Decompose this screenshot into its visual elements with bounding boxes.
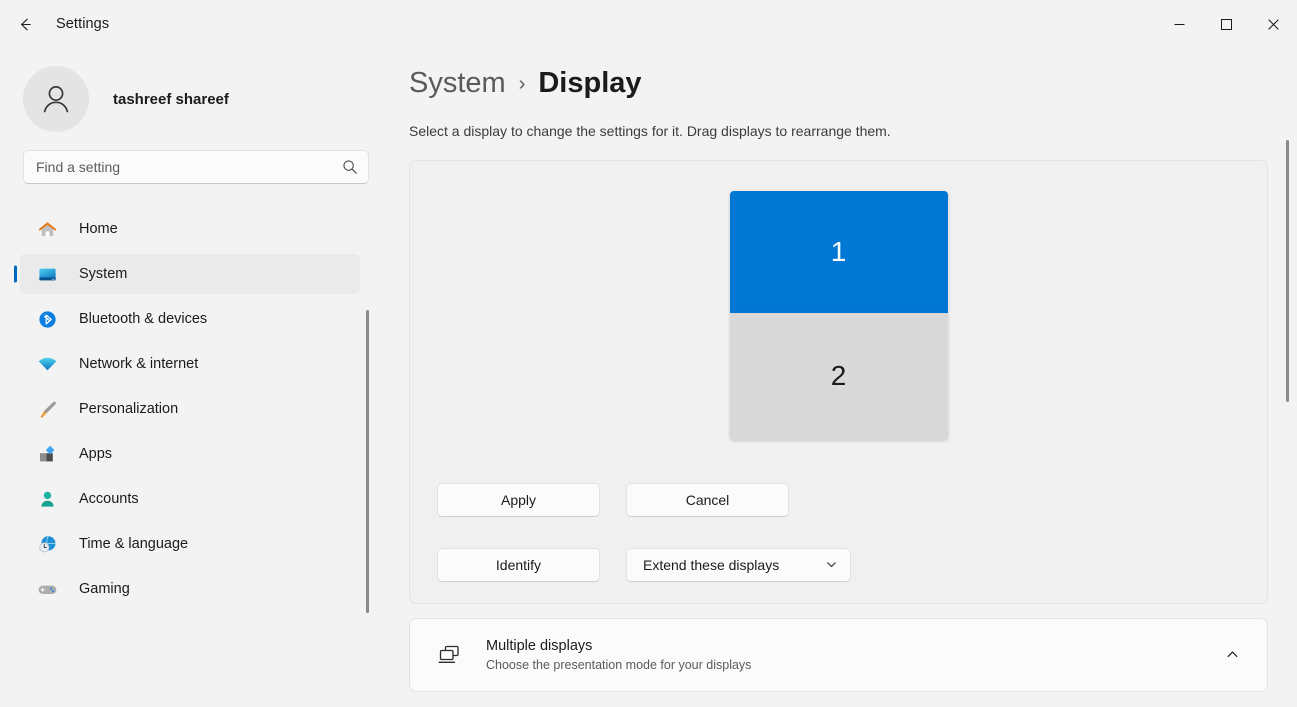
maximize-button[interactable] bbox=[1203, 0, 1250, 48]
multiple-displays-row[interactable]: Multiple displays Choose the presentatio… bbox=[409, 617, 1268, 692]
display-arrangement-card: 1 2 Apply Cancel Identify Extend these d… bbox=[409, 159, 1268, 604]
sidebar-item-time-language[interactable]: Time & language bbox=[20, 524, 360, 564]
apply-button[interactable]: Apply bbox=[437, 482, 600, 517]
title-bar: Settings bbox=[0, 0, 1297, 48]
page-description: Select a display to change the settings … bbox=[409, 122, 891, 139]
account-block[interactable]: tashreef shareef bbox=[0, 48, 378, 134]
sidebar: tashreef shareef Home bbox=[0, 48, 378, 707]
arrow-left-icon bbox=[20, 18, 31, 30]
search-icon[interactable] bbox=[342, 159, 358, 175]
account-icon bbox=[36, 488, 58, 510]
sidebar-item-home[interactable]: Home bbox=[20, 209, 360, 249]
close-button[interactable] bbox=[1250, 0, 1297, 48]
monitor-2[interactable]: 2 bbox=[729, 312, 948, 440]
sidebar-item-gaming[interactable]: Gaming bbox=[20, 569, 360, 609]
action-buttons-row-2: Identify Extend these displays bbox=[437, 547, 851, 582]
sidebar-item-personalization[interactable]: Personalization bbox=[20, 389, 360, 429]
back-button[interactable] bbox=[8, 7, 42, 41]
display-mode-dropdown[interactable]: Extend these displays bbox=[626, 547, 851, 582]
display-mode-value: Extend these displays bbox=[643, 556, 780, 573]
monitor-1[interactable]: 1 bbox=[729, 190, 948, 313]
monitor-number: 2 bbox=[830, 360, 847, 392]
paintbrush-icon bbox=[36, 398, 58, 420]
monitor-number: 1 bbox=[830, 235, 847, 267]
sidebar-item-label: Home bbox=[79, 221, 118, 237]
sidebar-item-network-internet[interactable]: Network & internet bbox=[20, 344, 360, 384]
app-title: Settings bbox=[56, 16, 110, 32]
chevron-up-icon bbox=[1227, 651, 1237, 658]
identify-button[interactable]: Identify bbox=[437, 547, 600, 582]
sidebar-item-label: Personalization bbox=[79, 401, 179, 417]
selection-indicator bbox=[14, 265, 17, 283]
sidebar-item-bluetooth-devices[interactable]: Bluetooth & devices bbox=[20, 299, 360, 339]
search-input[interactable] bbox=[36, 159, 342, 175]
sidebar-item-label: Network & internet bbox=[79, 356, 199, 372]
sidebar-item-label: Time & language bbox=[79, 536, 189, 552]
sidebar-item-label: Apps bbox=[79, 446, 113, 462]
multiple-displays-title: Multiple displays bbox=[486, 638, 593, 655]
sidebar-item-accounts[interactable]: Accounts bbox=[20, 479, 360, 519]
sidebar-item-label: Bluetooth & devices bbox=[79, 311, 208, 327]
cancel-button[interactable]: Cancel bbox=[626, 482, 789, 517]
collapse-chevron-button[interactable] bbox=[1215, 638, 1249, 672]
page-title: Display bbox=[538, 67, 642, 99]
breadcrumb: System › Display bbox=[409, 66, 1297, 101]
breadcrumb-separator: › bbox=[518, 73, 526, 96]
gamepad-icon bbox=[36, 578, 58, 600]
main-content: System › Display Select a display to cha… bbox=[378, 48, 1297, 707]
clock-globe-icon bbox=[36, 533, 58, 555]
minimize-button[interactable] bbox=[1156, 0, 1203, 48]
close-icon bbox=[1268, 18, 1279, 30]
multiple-monitors-icon bbox=[434, 641, 464, 668]
chevron-down-icon bbox=[827, 562, 836, 568]
maximize-icon bbox=[1221, 18, 1232, 30]
multiple-displays-text: Multiple displays Choose the presentatio… bbox=[486, 637, 1215, 672]
monitor-icon bbox=[36, 263, 58, 285]
minimize-icon bbox=[1174, 23, 1185, 25]
person-icon bbox=[43, 86, 69, 113]
main-scrollbar[interactable] bbox=[1286, 140, 1289, 402]
breadcrumb-parent[interactable]: System bbox=[409, 66, 506, 101]
search-box[interactable] bbox=[23, 150, 369, 184]
wifi-icon bbox=[36, 353, 58, 375]
monitor-arrangement: 1 2 bbox=[410, 190, 1267, 449]
action-buttons-row-1: Apply Cancel bbox=[437, 482, 789, 517]
multiple-displays-subtitle: Choose the presentation mode for your di… bbox=[486, 658, 752, 673]
account-name: tashreef shareef bbox=[113, 90, 229, 108]
settings-window: Settings tashreef shareef Find a setting… bbox=[0, 0, 1297, 707]
window-controls bbox=[1156, 0, 1297, 48]
bluetooth-icon bbox=[36, 308, 58, 330]
sidebar-item-system[interactable]: System bbox=[14, 254, 360, 294]
apps-icon bbox=[36, 443, 58, 465]
avatar bbox=[23, 66, 89, 132]
home-icon bbox=[36, 218, 58, 240]
sidebar-item-label: Accounts bbox=[79, 491, 139, 507]
sidebar-item-apps[interactable]: Apps bbox=[20, 434, 360, 474]
sidebar-scrollbar[interactable] bbox=[366, 310, 369, 613]
sidebar-nav: Home System Bluetooth & devices Network … bbox=[0, 204, 378, 624]
sidebar-item-label: Gaming bbox=[79, 581, 130, 597]
sidebar-item-label: System bbox=[79, 266, 128, 282]
